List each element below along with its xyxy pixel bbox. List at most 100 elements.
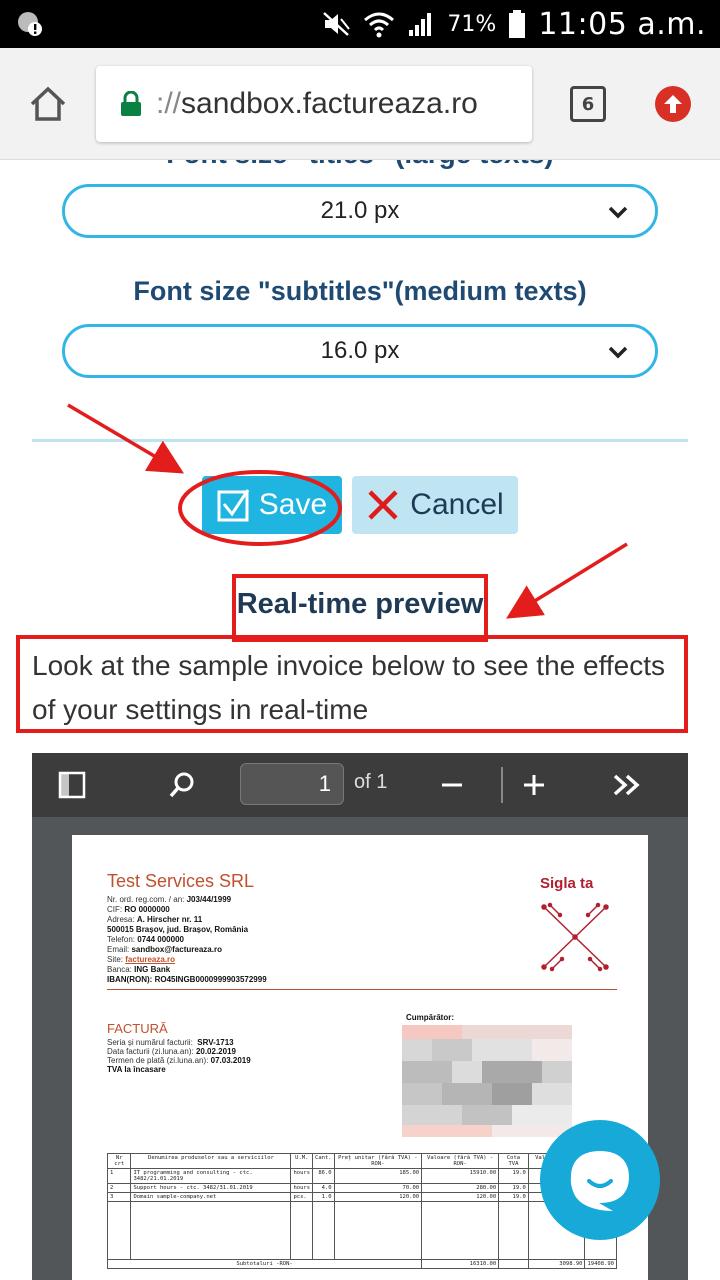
titles-font-size-select[interactable]: 21.0 px	[62, 184, 658, 238]
table-cell: hours	[290, 1168, 314, 1184]
table-cell: 280.00	[421, 1183, 500, 1193]
subtotal-label: Subtotaluri -RON-	[106, 1259, 423, 1269]
table-cell: Domain sample-company.net	[130, 1192, 292, 1202]
chevron-down-icon	[608, 346, 628, 359]
address-bar[interactable]: ://sandbox.factureaza.ro	[96, 66, 532, 142]
page-count-label: of 1	[354, 771, 388, 793]
url-host: sandbox.factureaza.ro	[181, 87, 478, 120]
table-header: Cota TVA	[498, 1153, 529, 1169]
table-cell: 15910.00	[421, 1168, 500, 1184]
table-row: 3 Domain sample-company.net pcs. 1.0 120…	[106, 1192, 617, 1202]
subtitles-font-size-select[interactable]: 16.0 px	[62, 324, 658, 378]
table-cell: 3	[106, 1192, 132, 1202]
city-value: 500015 Brașov, jud. Brașov, România	[107, 925, 249, 934]
wifi-icon	[364, 12, 395, 38]
table-cell: 120.00	[421, 1192, 500, 1202]
more-tools-icon[interactable]	[612, 771, 642, 799]
battery-percent: 71%	[447, 11, 497, 37]
toolbar-separator	[501, 767, 503, 803]
search-icon[interactable]	[168, 771, 196, 799]
tab-switcher-button[interactable]: 6	[570, 86, 606, 122]
chat-widget-button[interactable]	[540, 1120, 660, 1240]
invoice-title: FACTURĂ	[107, 1021, 168, 1036]
table-cell: hours	[290, 1183, 314, 1193]
reg-value: J03/44/1999	[186, 895, 232, 904]
subtitles-font-size-label: Font size "subtitles"(medium texts)	[133, 276, 587, 306]
table-cell: 120.00	[333, 1192, 423, 1202]
header-rule	[107, 989, 617, 990]
table-cell: 2	[106, 1183, 132, 1193]
phone-label: Telefon:	[107, 935, 136, 944]
table-cell: 19.0	[498, 1192, 529, 1202]
table-header: Nr crt	[106, 1153, 132, 1169]
table-cell: 185.00	[333, 1168, 423, 1184]
preview-title: Real-time preview	[236, 588, 484, 620]
cif-value: RO 0000000	[124, 905, 170, 914]
save-label: Save	[258, 488, 328, 521]
page-content: Font size "titles" (large texts) 21.0 px…	[0, 160, 720, 1280]
series-label: Seria și numărul facturii:	[107, 1038, 193, 1047]
status-bar: 71% 11:05 a.m.	[0, 0, 720, 48]
table-cell: 19.0	[498, 1168, 529, 1184]
series-value: SRV-1713	[197, 1038, 234, 1047]
table-header: Cant.	[312, 1153, 335, 1169]
table-header-row: Nr crt Denumirea produselor sau a servic…	[106, 1153, 617, 1169]
site-label: Site:	[107, 955, 124, 964]
battery-icon	[509, 10, 526, 38]
table-header: Preț unitar (fără TVA) -RON-	[333, 1153, 423, 1169]
notification-icon	[18, 12, 42, 36]
reg-label: Nr. ord. reg.com. / an:	[107, 895, 185, 904]
table-cell: 86.0	[312, 1168, 335, 1184]
close-icon	[368, 490, 398, 520]
url-scheme: ://	[156, 87, 182, 120]
iban-label: IBAN(RON):	[107, 975, 153, 984]
page-number-input[interactable]: 1	[240, 763, 344, 805]
phone-value: 0744 000000	[137, 935, 184, 944]
iban-value: RO45INGB0000999903572999	[154, 975, 267, 984]
email-value: sandbox@factureaza.ro	[131, 945, 222, 954]
table-row-empty	[106, 1201, 617, 1260]
zoom-out-icon[interactable]	[440, 771, 464, 799]
table-cell: 70.00	[333, 1183, 423, 1193]
cancel-label: Cancel	[410, 488, 504, 521]
address-value: A. Hirscher nr. 11	[136, 915, 203, 924]
address-label: Adresa:	[107, 915, 135, 924]
titles-font-size-value: 21.0 px	[320, 197, 400, 224]
buyer-info-redacted	[402, 1025, 572, 1137]
site-link[interactable]: factureaza.ro	[125, 955, 175, 964]
pdf-toolbar: 1 of 1	[32, 753, 688, 817]
checkbox-icon	[217, 489, 250, 522]
logo-text: Sigla ta	[540, 875, 594, 892]
chat-icon	[570, 1151, 629, 1211]
date-label: Data facturii (zi.luna.an):	[107, 1047, 194, 1056]
section-divider	[32, 439, 688, 442]
save-button[interactable]: Save	[202, 476, 342, 534]
cancel-button[interactable]: Cancel	[352, 476, 518, 534]
titles-font-size-label: Font size "titles" (large texts)	[0, 160, 720, 170]
table-header: U.M.	[290, 1153, 314, 1169]
company-name: Test Services SRL	[107, 871, 255, 891]
table-header: Denumirea produselor sau a serviciilor	[130, 1153, 292, 1169]
table-cell: 1	[106, 1168, 132, 1184]
subtotal-row: Subtotaluri -RON- 16310.00 3098.90 19408…	[106, 1259, 617, 1269]
table-cell: 1.0	[312, 1192, 335, 1202]
browser-toolbar: ://sandbox.factureaza.ro 6	[0, 48, 720, 160]
mute-icon	[323, 12, 351, 36]
bank-label: Banca:	[107, 965, 132, 974]
subtitles-font-size-value: 16.0 px	[320, 337, 400, 364]
table-cell: IT programming and consulting - ctc. 348…	[130, 1168, 292, 1184]
subtotal-value: 3098.90	[527, 1259, 586, 1269]
table-cell: Support hours - ctc. 3482/31.01.2019	[130, 1183, 292, 1193]
sidebar-toggle-icon[interactable]	[58, 771, 86, 799]
buyer-label: Cumpărător:	[406, 1013, 455, 1022]
logo-graphic	[541, 902, 609, 972]
clock: 11:05 a.m.	[538, 6, 706, 42]
table-cell: 19.0	[498, 1183, 529, 1193]
home-icon[interactable]	[28, 84, 68, 124]
table-header: Valoare (fără TVA) -RON-	[421, 1153, 500, 1169]
cif-label: CIF:	[107, 905, 123, 914]
update-button[interactable]	[655, 86, 691, 122]
seller-info: Nr. ord. reg.com. / an: J03/44/1999 CIF:…	[107, 895, 267, 985]
zoom-in-icon[interactable]	[522, 771, 546, 799]
preview-description: Look at the sample invoice below to see …	[32, 650, 665, 725]
